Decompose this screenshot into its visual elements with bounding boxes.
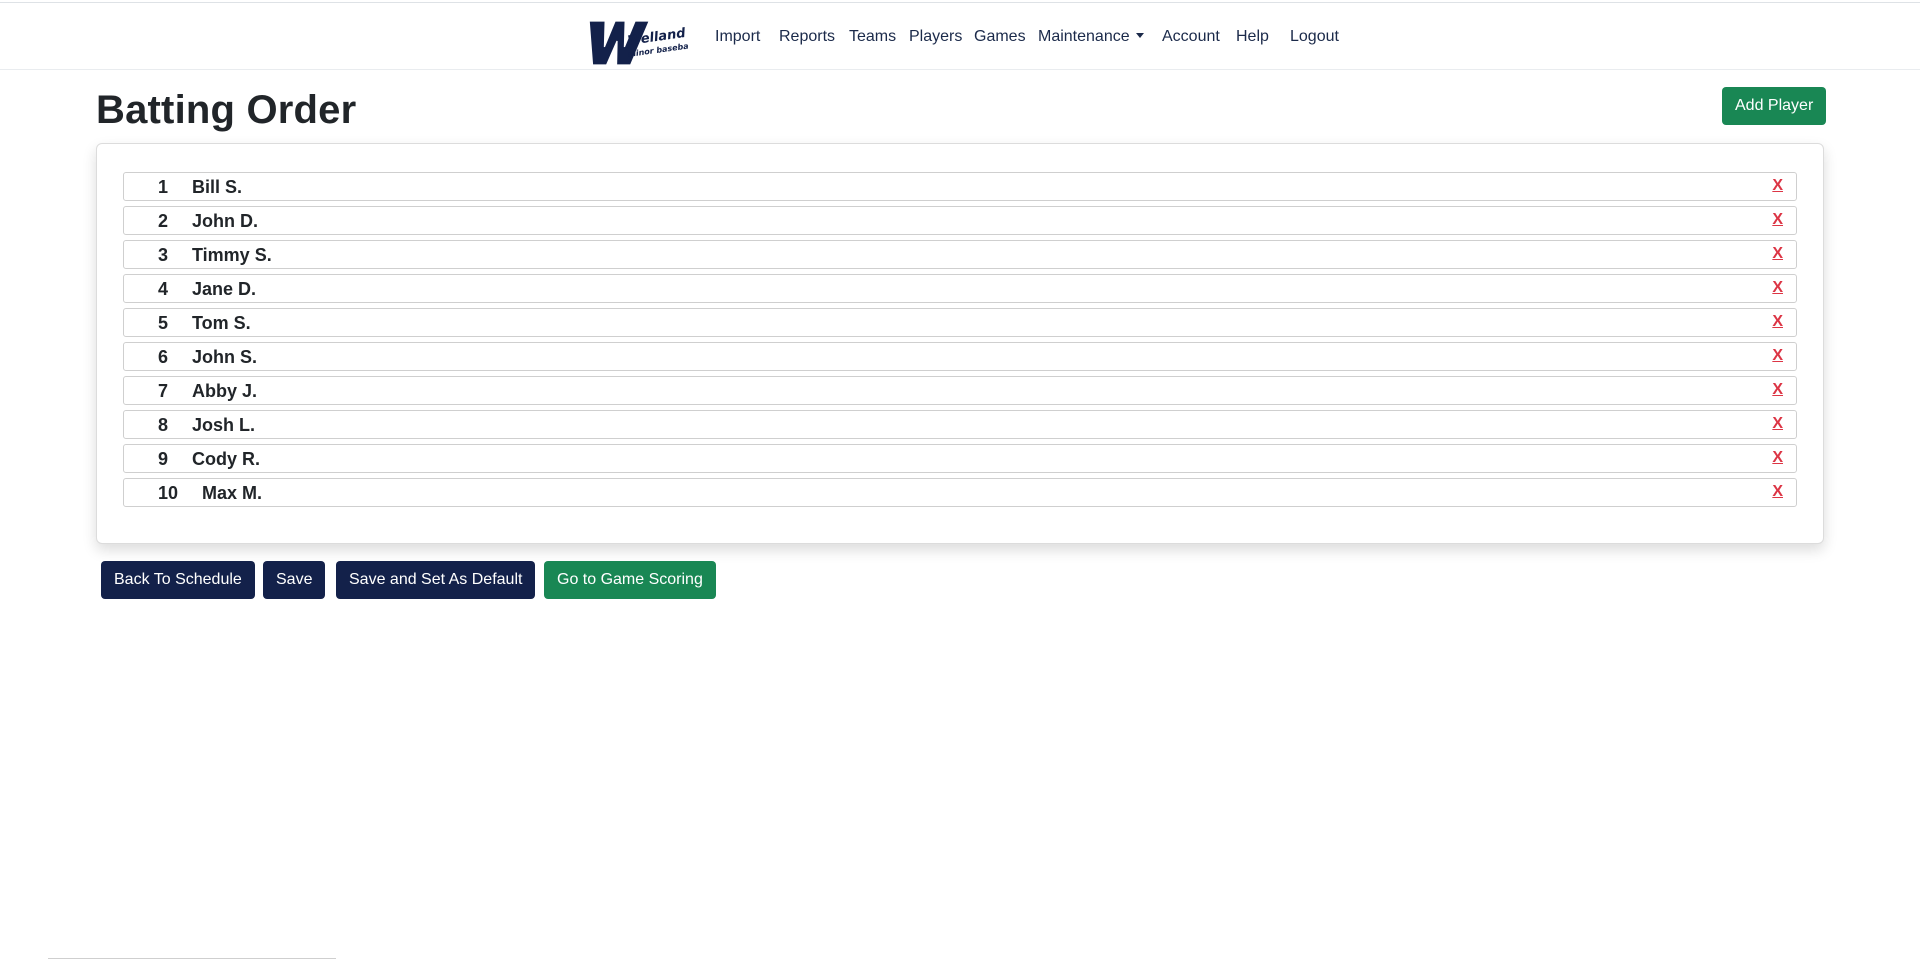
- player-name: Josh L.: [192, 415, 256, 435]
- batting-position: 4: [158, 279, 169, 299]
- nav-reports[interactable]: Reports: [779, 28, 835, 46]
- remove-player-button[interactable]: X: [1772, 449, 1783, 467]
- nav-players[interactable]: Players: [909, 28, 962, 46]
- player-name: Jane D.: [192, 279, 257, 299]
- player-name: Abby J.: [192, 381, 258, 401]
- batting-position: 10: [158, 483, 179, 503]
- batting-position: 6: [158, 347, 169, 367]
- player-name: Max M.: [202, 483, 263, 503]
- batting-order-row[interactable]: 2 John D. X: [123, 206, 1797, 235]
- caret-down-icon: [1135, 33, 1144, 38]
- add-player-button[interactable]: Add Player: [1722, 87, 1827, 125]
- back-to-schedule-button[interactable]: Back To Schedule: [101, 561, 255, 599]
- batting-order-row[interactable]: 7 Abby J. X: [123, 376, 1797, 405]
- batting-position: 5: [158, 313, 169, 333]
- batting-position: 2: [158, 211, 169, 231]
- batting-order-row[interactable]: 10 Max M. X: [123, 478, 1797, 507]
- batting-order-row[interactable]: 5 Tom S. X: [123, 308, 1797, 337]
- remove-player-button[interactable]: X: [1772, 177, 1783, 195]
- page-title: Batting Order: [96, 88, 357, 132]
- top-navbar: Welland minor baseball Import Reports Te…: [0, 2, 1920, 70]
- nav-help[interactable]: Help: [1236, 28, 1269, 46]
- remove-player-button[interactable]: X: [1772, 381, 1783, 399]
- save-button[interactable]: Save: [263, 561, 326, 599]
- go-to-game-scoring-button[interactable]: Go to Game Scoring: [544, 561, 716, 599]
- batting-order-row[interactable]: 8 Josh L. X: [123, 410, 1797, 439]
- remove-player-button[interactable]: X: [1772, 347, 1783, 365]
- welland-logo[interactable]: Welland minor baseball: [584, 13, 695, 67]
- batting-position: 1: [158, 177, 169, 197]
- batting-order-row[interactable]: 1 Bill S. X: [123, 172, 1797, 201]
- nav-account[interactable]: Account: [1162, 28, 1220, 46]
- nav-maintenance-dropdown[interactable]: Maintenance: [1038, 28, 1144, 46]
- bottom-scrollbar-edge: [48, 958, 336, 962]
- nav-logout[interactable]: Logout: [1290, 28, 1339, 46]
- save-and-set-default-button[interactable]: Save and Set As Default: [336, 561, 536, 599]
- remove-player-button[interactable]: X: [1772, 415, 1783, 433]
- nav-import[interactable]: Import: [715, 28, 760, 46]
- player-name: Cody R.: [192, 449, 261, 469]
- remove-player-button[interactable]: X: [1772, 483, 1783, 501]
- batting-position: 8: [158, 415, 169, 435]
- batting-order-row[interactable]: 4 Jane D. X: [123, 274, 1797, 303]
- player-name: John S.: [192, 347, 258, 367]
- remove-player-button[interactable]: X: [1772, 245, 1783, 263]
- remove-player-button[interactable]: X: [1772, 211, 1783, 229]
- player-name: Tom S.: [192, 313, 251, 333]
- remove-player-button[interactable]: X: [1772, 313, 1783, 331]
- nav-teams[interactable]: Teams: [849, 28, 896, 46]
- batting-position: 3: [158, 245, 169, 265]
- batting-order-row[interactable]: 9 Cody R. X: [123, 444, 1797, 473]
- batting-order-card: 1 Bill S. X 2 John D. X 3 Timmy S. X 4 J…: [96, 143, 1824, 544]
- player-name: Bill S.: [192, 177, 243, 197]
- batting-position: 9: [158, 449, 169, 469]
- player-name: John D.: [192, 211, 258, 231]
- batting-order-row[interactable]: 6 John S. X: [123, 342, 1797, 371]
- nav-games[interactable]: Games: [974, 28, 1026, 46]
- batting-position: 7: [158, 381, 169, 401]
- remove-player-button[interactable]: X: [1772, 279, 1783, 297]
- batting-order-row[interactable]: 3 Timmy S. X: [123, 240, 1797, 269]
- nav-maintenance-label: Maintenance: [1038, 28, 1130, 45]
- player-name: Timmy S.: [192, 245, 272, 265]
